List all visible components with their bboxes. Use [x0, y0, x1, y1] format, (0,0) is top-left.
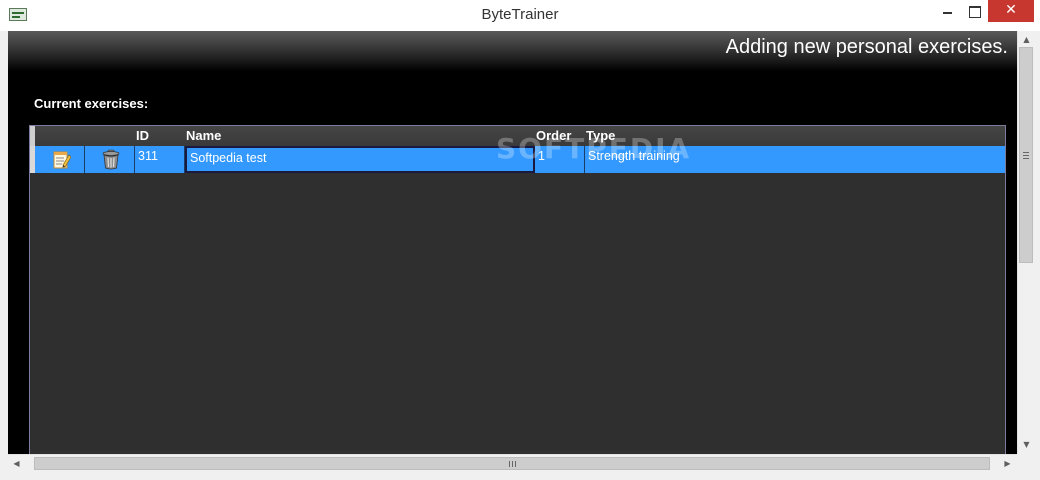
vertical-scroll-thumb[interactable]: [1019, 47, 1033, 263]
scroll-left-button[interactable]: ◀: [8, 455, 25, 472]
window-title: ByteTrainer: [481, 6, 559, 23]
client-area: Adding new personal exercises. Current e…: [8, 31, 1017, 454]
column-header-id[interactable]: ID: [136, 128, 149, 143]
delete-cell[interactable]: [85, 146, 135, 173]
page-title: Adding new personal exercises.: [725, 36, 1008, 58]
close-button[interactable]: ✕: [988, 0, 1034, 22]
horizontal-scrollbar[interactable]: ◀ ▶: [8, 454, 1017, 472]
vertical-grip-icon: [1023, 152, 1029, 159]
exercises-grid[interactable]: ID Name Order Type 311 Softpedia test 1 …: [29, 125, 1006, 454]
column-header-name[interactable]: Name: [186, 128, 221, 143]
cell-id-text: 311: [138, 149, 158, 163]
watermark: SOFTPEDIA: [496, 132, 692, 165]
title-bar[interactable]: ByteTrainer ✕: [0, 0, 1040, 31]
header-band: Adding new personal exercises.: [8, 31, 1017, 71]
horizontal-grip-icon: [509, 461, 516, 467]
edit-cell[interactable]: [35, 146, 85, 173]
minimize-button[interactable]: [934, 0, 960, 22]
scroll-right-button[interactable]: ▶: [999, 455, 1016, 472]
trash-icon[interactable]: [101, 149, 121, 170]
horizontal-scroll-thumb[interactable]: [34, 457, 990, 470]
cell-name-text: Softpedia test: [190, 151, 267, 165]
current-exercises-label: Current exercises:: [34, 96, 149, 111]
maximize-button[interactable]: [961, 0, 987, 22]
cell-name[interactable]: Softpedia test: [185, 146, 535, 173]
row-header-strip: [30, 126, 35, 146]
cell-id[interactable]: 311: [135, 146, 185, 173]
edit-icon[interactable]: [53, 150, 71, 169]
scroll-down-button[interactable]: ▼: [1018, 436, 1035, 453]
vertical-scrollbar[interactable]: ▲ ▼: [1017, 31, 1034, 454]
scroll-up-button[interactable]: ▲: [1018, 31, 1035, 48]
app-window: ByteTrainer ✕ Adding new personal exerci…: [0, 0, 1040, 480]
